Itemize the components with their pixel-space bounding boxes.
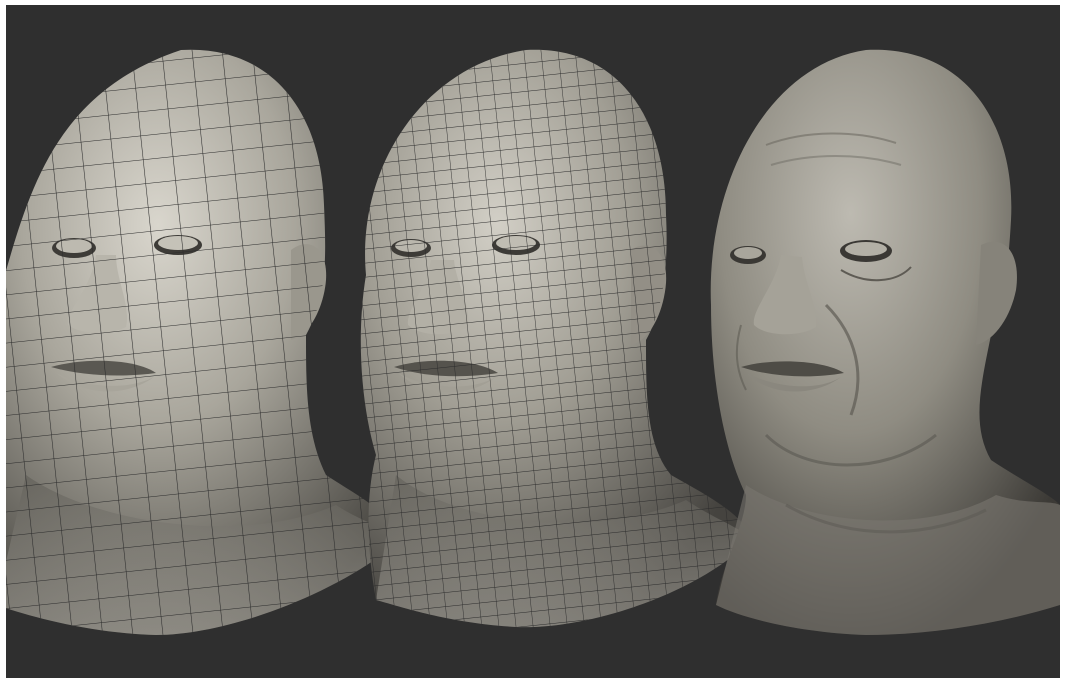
head-sculpt-comparison xyxy=(6,49,1060,636)
sculpted-detailed-head xyxy=(710,49,1060,636)
subdivided-wireframe-head xyxy=(360,49,751,628)
render-viewport xyxy=(6,5,1060,678)
